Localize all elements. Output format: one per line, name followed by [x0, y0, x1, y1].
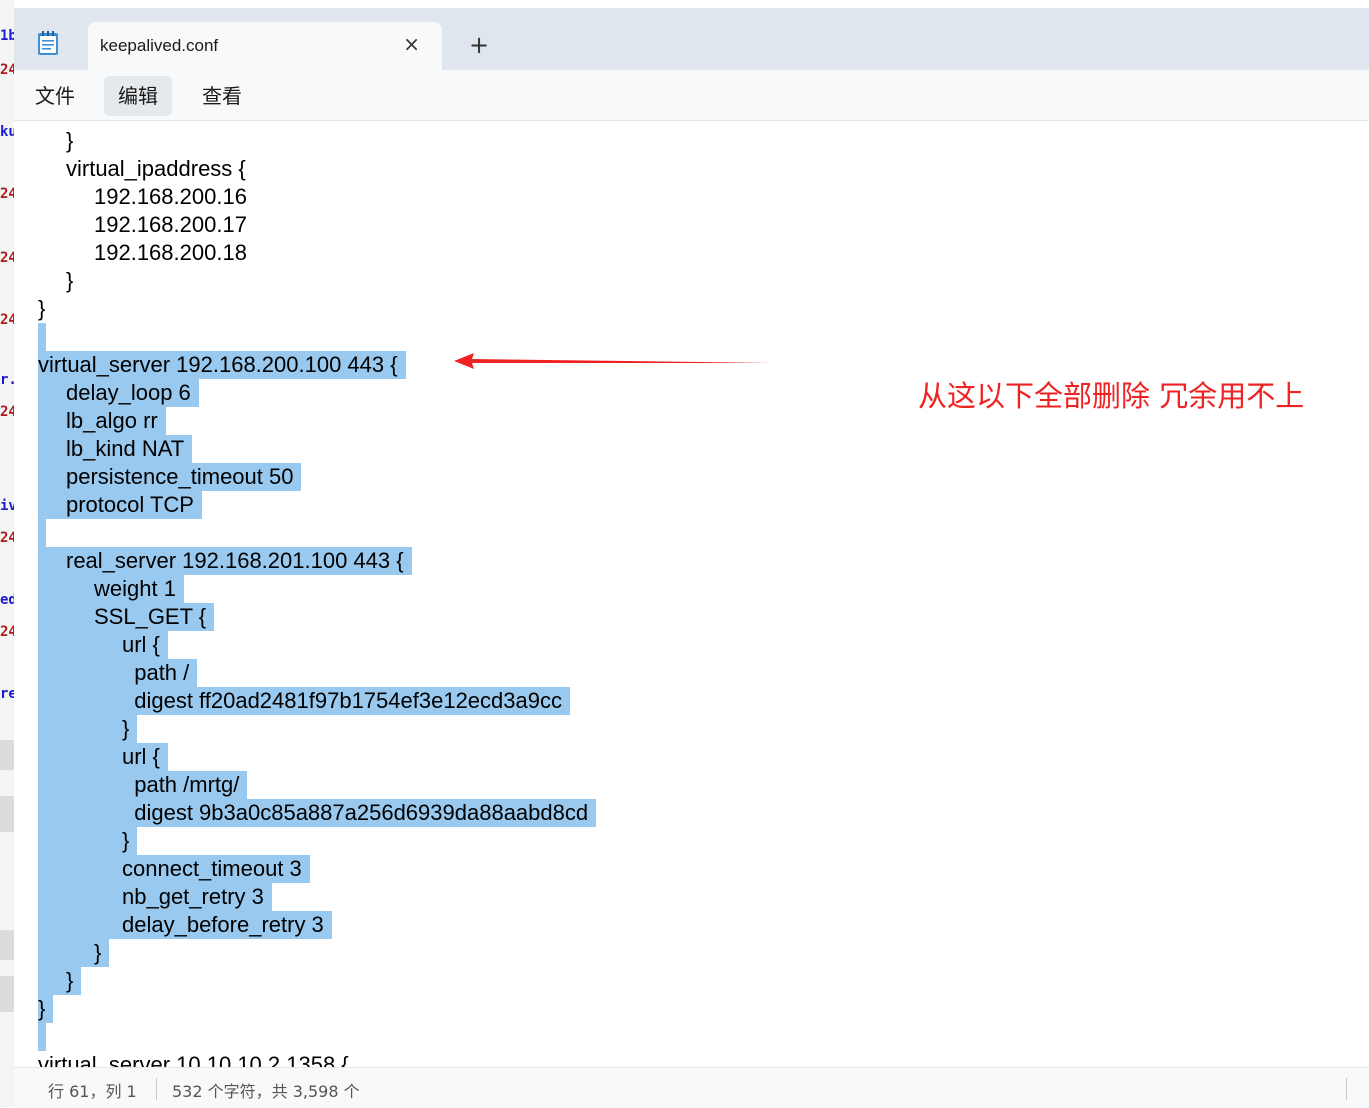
notepad-icon [38, 31, 58, 55]
background-divider [0, 796, 14, 832]
background-text-fragment: 1b [0, 28, 14, 44]
background-text-fragment: 24 [0, 250, 14, 266]
background-text-fragment: re [0, 686, 14, 702]
menu-file[interactable]: 文件 [21, 76, 89, 116]
background-divider [0, 976, 14, 1012]
editor-line[interactable]: virtual_server 10.10.10.2 1358 { [38, 1051, 349, 1067]
background-text-fragment: ed [0, 592, 14, 608]
status-bar: 行 61，列 1 532 个字符，共 3,598 个 [14, 1067, 1369, 1108]
status-divider [156, 1078, 157, 1100]
editor-line[interactable]: } [38, 967, 82, 995]
editor-line[interactable]: digest ff20ad2481f97b1754ef3e12ecd3a9cc [38, 687, 570, 715]
editor-line[interactable]: protocol TCP [38, 491, 202, 519]
background-text-fragment: iv [0, 498, 14, 514]
editor-line[interactable]: lb_algo rr [38, 407, 166, 435]
editor-line[interactable]: persistence_timeout 50 [38, 463, 302, 491]
new-tab-button[interactable]: + [469, 32, 489, 58]
editor-line[interactable]: } [38, 995, 54, 1023]
editor-line[interactable]: weight 1 [38, 575, 184, 603]
editor-line[interactable]: path /mrtg/ [38, 771, 248, 799]
editor-line[interactable]: delay_loop 6 [38, 379, 199, 407]
editor-line[interactable]: } [38, 267, 73, 295]
annotation-note: 从这以下全部删除 冗余用不上 [918, 379, 1305, 413]
menu-edit[interactable]: 编辑 [104, 76, 172, 116]
background-text-fragment: 24 [0, 62, 14, 78]
title-bar: keepalived.conf × + [14, 8, 1369, 70]
editor-line[interactable]: SSL_GET { [38, 603, 215, 631]
background-text-fragment: 24 [0, 624, 14, 640]
editor-blank-line[interactable] [38, 1023, 46, 1051]
editor-blank-line[interactable] [38, 323, 46, 351]
text-editor[interactable]: } virtual_ipaddress {192.168.200.16 192.16… [14, 121, 1369, 1067]
editor-line[interactable]: } [38, 127, 73, 155]
status-divider [1346, 1078, 1347, 1100]
background-app-strip: 1b 24 ku 24 24 24 r. 24 iv 24 ed 24 re [0, 0, 14, 1107]
background-divider [0, 740, 14, 770]
editor-line[interactable]: url { [38, 743, 168, 771]
tab-keepalived-conf[interactable]: keepalived.conf × [88, 22, 442, 70]
editor-line[interactable]: } [38, 715, 138, 743]
editor-line[interactable]: } [38, 295, 45, 323]
editor-line[interactable]: path / [38, 659, 198, 687]
editor-line[interactable]: 192.168.200.18 [38, 239, 247, 267]
arrow-annotation [454, 353, 772, 369]
background-text-fragment: 24 [0, 186, 14, 202]
editor-line[interactable]: delay_before_retry 3 [38, 911, 332, 939]
editor-line[interactable]: lb_kind NAT [38, 435, 193, 463]
character-count: 532 个字符，共 3,598 个 [172, 1082, 360, 1101]
editor-line[interactable]: nb_get_retry 3 [38, 883, 272, 911]
notepad-window: keepalived.conf × + 文件 编辑 查看 } virtual_ip… [14, 8, 1369, 1108]
menu-view[interactable]: 查看 [188, 76, 256, 116]
editor-line[interactable]: connect_timeout 3 [38, 855, 310, 883]
editor-line[interactable]: url { [38, 631, 168, 659]
editor-line[interactable]: virtual_ipaddress { [38, 155, 246, 183]
background-text-fragment: 24 [0, 312, 14, 328]
editor-line[interactable]: digest 9b3a0c85a887a256d6939da88aabd8cd [38, 799, 597, 827]
editor-line[interactable]: } [38, 827, 138, 855]
tab-title: keepalived.conf [100, 36, 219, 55]
background-text-fragment: ku [0, 124, 14, 140]
close-icon[interactable]: × [403, 32, 420, 56]
background-divider [0, 930, 14, 960]
editor-blank-line[interactable] [38, 519, 46, 547]
editor-line[interactable]: } [38, 939, 110, 967]
background-text-fragment: 24 [0, 530, 14, 546]
background-text-fragment: r. [0, 372, 14, 388]
background-text-fragment: 24 [0, 404, 14, 420]
editor-line[interactable]: virtual_server 192.168.200.100 443 { [38, 351, 406, 379]
editor-line[interactable]: real_server 192.168.201.100 443 { [38, 547, 412, 575]
cursor-position: 行 61，列 1 [48, 1082, 137, 1101]
menu-bar: 文件 编辑 查看 [14, 70, 1369, 121]
editor-line[interactable]: 192.168.200.16 [38, 183, 247, 211]
editor-line[interactable]: 192.168.200.17 [38, 211, 247, 239]
